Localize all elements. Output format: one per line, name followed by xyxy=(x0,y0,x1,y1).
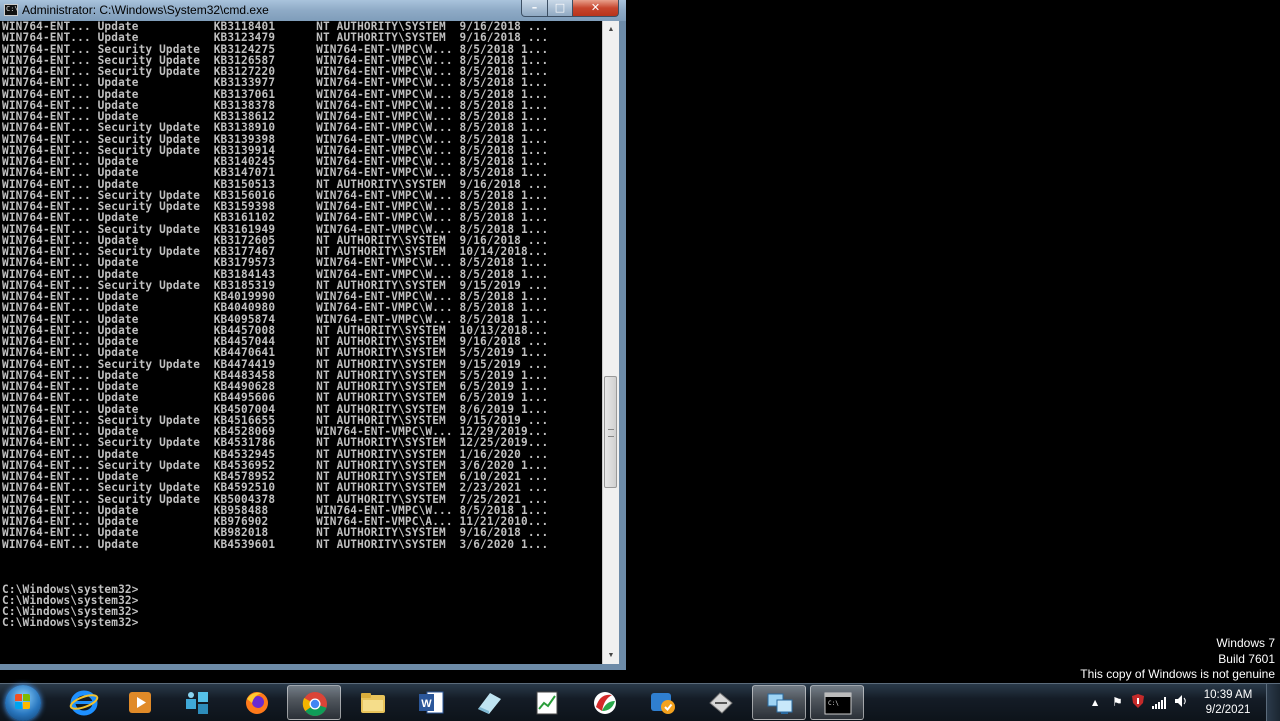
scroll-thumb[interactable] xyxy=(604,375,617,488)
window-frame-bottom xyxy=(0,664,626,670)
tool-app-icon xyxy=(709,692,733,714)
taskbar-chrome[interactable] xyxy=(287,685,341,720)
start-button[interactable] xyxy=(5,685,41,721)
scroll-grip-icon xyxy=(608,428,614,437)
speaker-volume-icon[interactable] xyxy=(1174,694,1188,711)
show-hidden-icons-arrow-icon[interactable]: ▲ xyxy=(1092,698,1098,707)
file-explorer-icon xyxy=(361,693,385,713)
console-line: WIN764-ENT... Update KB3147071 WIN764-EN… xyxy=(2,166,549,180)
vertical-scrollbar[interactable]: ▲ ▼ xyxy=(602,21,619,664)
security-shield-icon[interactable] xyxy=(1132,694,1144,708)
console-line: WIN764-ENT... Update KB4539601 NT AUTHOR… xyxy=(2,537,549,551)
window-title: Administrator: C:\Windows\System32\cmd.e… xyxy=(22,3,269,17)
console-line: WIN764-ENT... Update KB3133977 WIN764-EN… xyxy=(2,76,549,90)
network-signal-icon[interactable] xyxy=(1152,697,1166,711)
scroll-up-arrow-icon[interactable]: ▲ xyxy=(603,21,619,38)
eraser-app-icon xyxy=(478,693,501,714)
cmd-window-icon[interactable]: C:\ xyxy=(4,4,19,16)
console-line: C:\Windows\system32> xyxy=(2,616,139,630)
word-icon: W xyxy=(419,691,444,714)
action-center-flag-icon[interactable]: ⚑ xyxy=(1112,695,1123,709)
taskbar-email-app[interactable] xyxy=(636,685,690,720)
taskbar-tool-app[interactable] xyxy=(694,685,748,720)
watermark-notice: This copy of Windows is not genuine xyxy=(1080,667,1275,681)
console-line: WIN764-ENT... Update KB3179573 WIN764-EN… xyxy=(2,256,549,270)
taskbar-firefox[interactable] xyxy=(230,685,284,720)
chrome-icon xyxy=(302,692,327,716)
taskbar-word[interactable]: W xyxy=(404,685,458,720)
console-line: WIN764-ENT... Security Update KB4592510 … xyxy=(2,481,549,495)
remote-desktop-icon xyxy=(767,693,793,714)
taskbar-red-green-app[interactable] xyxy=(578,685,632,720)
show-desktop-button[interactable] xyxy=(1266,684,1280,721)
taskbar-cmd[interactable]: C:\ xyxy=(810,685,864,720)
console-output[interactable]: WIN764-ENT... Update KB3118401 NT AUTHOR… xyxy=(0,21,602,664)
taskbar-remote-desktop[interactable] xyxy=(752,685,806,720)
close-button[interactable]: ✕ xyxy=(572,0,619,17)
svg-text:W: W xyxy=(421,698,432,710)
window-frame-right xyxy=(619,21,626,670)
console-line: WIN764-ENT... Security Update KB4531786 … xyxy=(2,436,549,450)
media-player-icon xyxy=(129,692,151,713)
cmd-window[interactable]: C:\ Administrator: C:\Windows\System32\c… xyxy=(0,0,626,670)
console-line: WIN764-ENT... Update KB4040980 WIN764-EN… xyxy=(2,301,549,315)
clock-date: 9/2/2021 xyxy=(1205,704,1251,716)
console-line: WIN764-ENT... Update KB4495606 NT AUTHOR… xyxy=(2,391,549,405)
console-line: WIN764-ENT... Security Update KB3138910 … xyxy=(2,121,549,135)
watermark-build: Build 7601 xyxy=(1218,651,1275,666)
taskbar-clock[interactable]: 10:39 AM 9/2/2021 xyxy=(1197,688,1259,718)
cmd-icon: C:\ xyxy=(824,692,852,715)
taskbar-network-app[interactable] xyxy=(171,685,225,720)
network-app-icon xyxy=(186,692,208,714)
windows-logo-icon xyxy=(15,694,31,710)
console-line: WIN764-ENT... Update KB3123479 NT AUTHOR… xyxy=(2,31,549,45)
taskbar-internet-explorer[interactable] xyxy=(57,685,111,720)
minimize-button[interactable]: – xyxy=(521,0,548,17)
email-app-icon xyxy=(651,693,675,714)
console-line: WIN764-ENT... Update KB4470641 NT AUTHOR… xyxy=(2,346,549,360)
svg-text:C:\: C:\ xyxy=(828,700,839,707)
clock-time: 10:39 AM xyxy=(1203,689,1253,701)
internet-explorer-icon xyxy=(69,690,99,716)
scroll-down-arrow-icon[interactable]: ▼ xyxy=(603,647,619,664)
red-green-app-icon xyxy=(594,692,616,714)
chart-app-icon xyxy=(536,691,558,715)
watermark-os: Windows 7 xyxy=(1216,636,1275,650)
console-text: WIN764-ENT... Update KB3118401 NT AUTHOR… xyxy=(0,21,602,629)
taskbar-media-player[interactable] xyxy=(113,685,167,720)
firefox-icon xyxy=(246,692,268,714)
taskbar-chart-app[interactable] xyxy=(520,685,574,720)
maximize-button[interactable]: □ xyxy=(547,0,573,17)
taskbar-file-explorer[interactable] xyxy=(346,685,400,720)
taskbar: W C:\ ▲ ⚑ 10:39 AM 9/2/2021 xyxy=(0,683,1280,721)
console-line: WIN764-ENT... Update KB3161102 WIN764-EN… xyxy=(2,211,549,225)
taskbar-eraser-app[interactable] xyxy=(462,685,516,720)
console-line: WIN764-ENT... Update KB982018 NT AUTHORI… xyxy=(2,526,549,540)
genuine-watermark: Windows 7 Build 7601 This copy of Window… xyxy=(1080,636,1275,683)
